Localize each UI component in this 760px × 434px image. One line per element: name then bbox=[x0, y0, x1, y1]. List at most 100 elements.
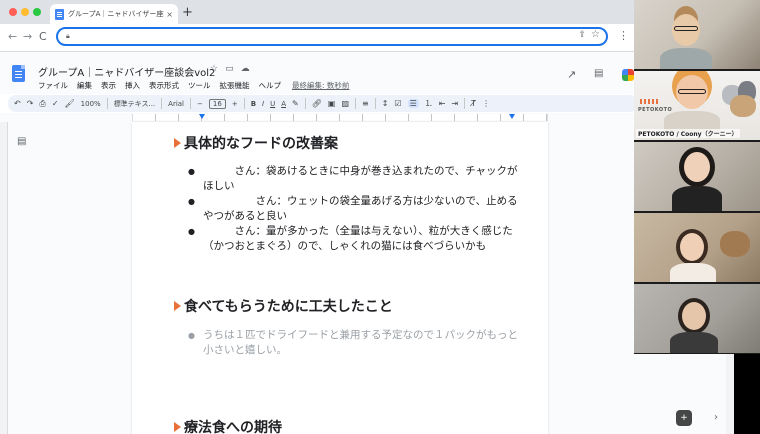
text-color-button[interactable]: A bbox=[281, 100, 286, 108]
menu-extensions[interactable]: 拡張機能 bbox=[220, 80, 250, 91]
activity-trend-icon[interactable]: ↗ bbox=[567, 68, 576, 81]
reload-button[interactable]: C bbox=[39, 30, 47, 43]
right-indent-marker[interactable] bbox=[509, 114, 515, 119]
share-icon[interactable]: ⇪ bbox=[578, 30, 586, 40]
font-size-decrease-button[interactable]: − bbox=[197, 100, 203, 108]
decrease-indent-icon[interactable]: ⇤ bbox=[439, 99, 446, 108]
participant-tile[interactable]: PETOKOTO PETOKOTO / Coony（クーニー） bbox=[634, 71, 760, 140]
docs-header: グループA｜ニャドバイザー座談会vol2 ☆ ▭ ☁︎ ファイル 編集 表示 挿… bbox=[0, 52, 734, 94]
maximize-window-button[interactable] bbox=[33, 8, 41, 16]
print-icon[interactable]: ⎙ bbox=[39, 99, 45, 109]
participant-tile[interactable] bbox=[634, 0, 760, 69]
left-indent-marker[interactable] bbox=[199, 114, 205, 119]
highlight-icon[interactable]: ✎ bbox=[292, 99, 299, 108]
undo-icon[interactable]: ↶ bbox=[14, 99, 21, 108]
meet-icon[interactable] bbox=[622, 69, 634, 81]
last-edit-link[interactable]: 最終編集: 数秒前 bbox=[292, 80, 349, 91]
participant-face bbox=[682, 302, 706, 330]
url-input[interactable]: 🔒︎ ⇪ ☆ bbox=[56, 27, 608, 46]
toolbar-divider bbox=[304, 98, 306, 109]
section-heading: 食べてもらうために工夫したこと bbox=[174, 296, 393, 316]
toolbar-divider bbox=[190, 98, 192, 109]
menu-insert[interactable]: 挿入 bbox=[125, 80, 140, 91]
add-comment-icon[interactable]: ▣ bbox=[328, 99, 336, 108]
menu-view[interactable]: 表示 bbox=[101, 80, 116, 91]
tab-close-icon[interactable]: × bbox=[166, 10, 173, 19]
bookmark-star-icon[interactable]: ☆ bbox=[591, 29, 600, 40]
zoom-select[interactable]: 100% bbox=[81, 100, 101, 108]
star-icon[interactable]: ☆ bbox=[210, 64, 218, 74]
address-bar-row: ← → C 🔒︎ ⇪ ☆ ⋮ bbox=[0, 24, 734, 52]
participant-tile[interactable] bbox=[634, 142, 760, 211]
font-size-input[interactable]: 16 bbox=[208, 98, 226, 109]
browser-window: グループA｜ニャドバイザー座談会 × + ← → C 🔒︎ ⇪ ☆ ⋮ グループ… bbox=[0, 0, 734, 434]
move-folder-icon[interactable]: ▭ bbox=[225, 64, 234, 74]
bullet-list: さん：袋あけるときに中身が巻き込まれたので、チャックがほしい さん：ウェットの袋… bbox=[188, 164, 518, 254]
participant-tile[interactable] bbox=[634, 284, 760, 353]
menu-format[interactable]: 表示形式 bbox=[149, 80, 179, 91]
cloud-status-icon[interactable]: ☁︎ bbox=[241, 64, 250, 74]
paint-format-icon[interactable]: 🖌︎ bbox=[65, 99, 75, 108]
vertical-ruler[interactable] bbox=[0, 122, 8, 434]
list-item: さん：量が多かった（全量は与えない）、粒が大きく感じた（かつおとまぐろ）ので、し… bbox=[188, 224, 518, 254]
orange-triangle-icon bbox=[174, 422, 181, 432]
font-select[interactable]: Arial bbox=[168, 100, 184, 108]
document-page[interactable]: 具体的なフードの改善案 さん：袋あけるときに中身が巻き込まれたので、チャックがほ… bbox=[132, 122, 548, 434]
bullet-list: うちは１匹でドライフードと兼用する予定なので１パックがもっと小さいと嬉しい。 bbox=[188, 328, 518, 358]
numbered-list-icon[interactable]: ⒈ bbox=[425, 98, 433, 109]
link-icon[interactable]: 🔗︎ bbox=[312, 99, 322, 108]
tab-bar: グループA｜ニャドバイザー座談会 × + bbox=[0, 0, 734, 24]
formatting-toolbar: ↶ ↷ ⎙ ✓ 🖌︎ 100% 標準テキス... Arial − 16 + B … bbox=[8, 95, 638, 112]
comments-icon[interactable]: ▤ bbox=[594, 68, 603, 79]
list-item: さん：袋あけるときに中身が巻き込まれたので、チャックがほしい bbox=[188, 164, 518, 194]
forward-button[interactable]: → bbox=[23, 30, 32, 43]
browser-menu-icon[interactable]: ⋮ bbox=[618, 29, 629, 42]
style-select[interactable]: 標準テキス... bbox=[114, 99, 155, 109]
toolbar-divider bbox=[374, 98, 376, 109]
participant-face bbox=[684, 152, 710, 182]
horizontal-ruler[interactable] bbox=[132, 114, 548, 121]
chevron-right-icon[interactable]: › bbox=[714, 412, 718, 423]
underline-button[interactable]: U bbox=[270, 100, 275, 108]
menu-bar: ファイル 編集 表示 挿入 表示形式 ツール 拡張機能 ヘルプ 最終編集: 数秒… bbox=[38, 80, 349, 91]
italic-button[interactable]: I bbox=[262, 100, 264, 108]
font-size-increase-button[interactable]: + bbox=[232, 100, 238, 108]
browser-tab[interactable]: グループA｜ニャドバイザー座談会 × bbox=[50, 4, 178, 24]
increase-indent-icon[interactable]: ⇥ bbox=[451, 99, 458, 108]
bulleted-list-icon[interactable]: ☰ bbox=[407, 99, 419, 108]
document-title[interactable]: グループA｜ニャドバイザー座談会vol2 bbox=[38, 64, 215, 79]
participant-name-label: PETOKOTO / Coony（クーニー） bbox=[636, 129, 740, 138]
toolbar-divider bbox=[161, 98, 163, 109]
menu-tools[interactable]: ツール bbox=[188, 80, 211, 91]
brand-logo-text: PETOKOTO bbox=[638, 107, 673, 113]
minimize-window-button[interactable] bbox=[21, 8, 29, 16]
toolbar-divider bbox=[355, 98, 357, 109]
toolbar-divider bbox=[243, 98, 245, 109]
bold-button[interactable]: B bbox=[251, 100, 256, 108]
clear-formatting-icon[interactable]: T̸ bbox=[471, 99, 476, 108]
brand-logo-icon bbox=[640, 99, 658, 104]
insert-image-icon[interactable]: ▨ bbox=[341, 99, 349, 108]
tab-title: グループA｜ニャドバイザー座談会 bbox=[68, 10, 164, 18]
close-window-button[interactable] bbox=[9, 8, 17, 16]
section-heading: 療法食への期待 bbox=[174, 417, 282, 434]
redo-icon[interactable]: ↷ bbox=[27, 99, 34, 108]
new-tab-button[interactable]: + bbox=[182, 5, 193, 20]
toolbar-divider bbox=[464, 98, 466, 109]
line-spacing-icon[interactable]: ↕ bbox=[382, 99, 389, 108]
docs-logo-icon[interactable] bbox=[12, 65, 25, 82]
menu-edit[interactable]: 編集 bbox=[77, 80, 92, 91]
heading-text: 具体的なフードの改善案 bbox=[184, 136, 338, 152]
more-options-icon[interactable]: ⋮ bbox=[482, 99, 490, 108]
menu-file[interactable]: ファイル bbox=[38, 80, 68, 91]
spellcheck-icon[interactable]: ✓ bbox=[52, 99, 59, 108]
glasses-icon bbox=[678, 89, 706, 94]
heading-text: 療法食への期待 bbox=[184, 420, 282, 434]
checklist-icon[interactable]: ☑ bbox=[394, 99, 401, 108]
explore-button[interactable]: + bbox=[676, 410, 692, 426]
align-icon[interactable]: ≡ bbox=[362, 99, 369, 108]
back-button[interactable]: ← bbox=[8, 30, 17, 43]
document-outline-icon[interactable]: ▤ bbox=[17, 136, 26, 147]
participant-tile[interactable] bbox=[634, 213, 760, 282]
menu-help[interactable]: ヘルプ bbox=[259, 80, 282, 91]
